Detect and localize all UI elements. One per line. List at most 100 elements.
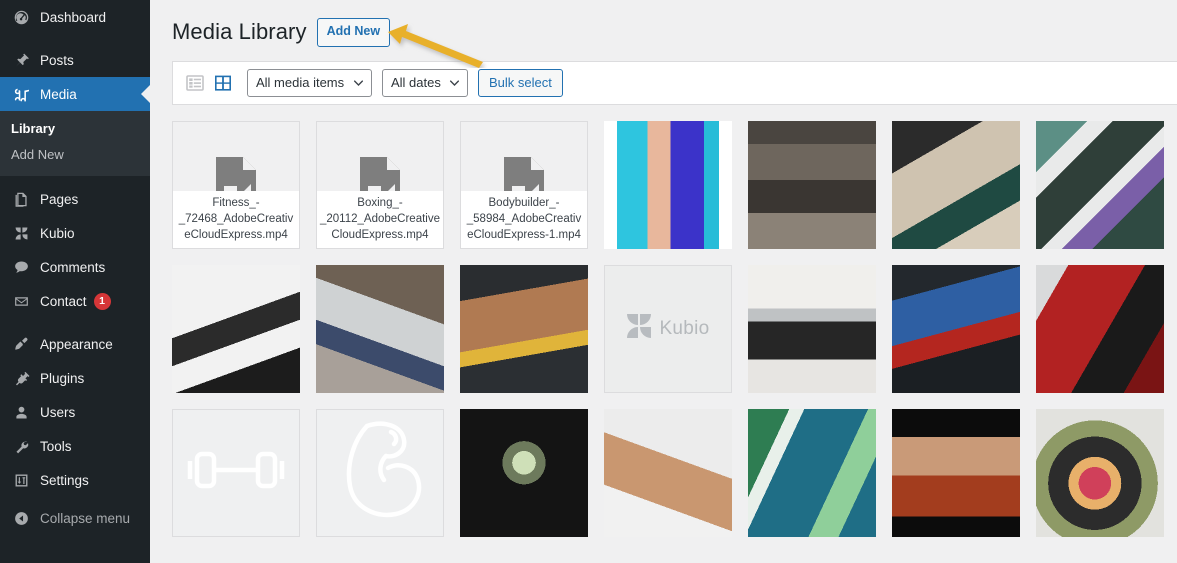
submenu-item-add-new[interactable]: Add New xyxy=(0,142,150,168)
wp-admin-screen: Dashboard Posts Media Library Add New Pa… xyxy=(0,0,1177,563)
media-icon xyxy=(11,84,31,104)
media-file-name: Fitness_-_72468_AdobeCreativeCloudExpres… xyxy=(173,190,299,248)
collapse-icon xyxy=(11,508,31,528)
media-tile-file[interactable]: Boxing_-_20112_AdobeCreativeCloudExpress… xyxy=(316,120,444,249)
sidebar-item-label: Collapse menu xyxy=(40,510,131,526)
photo-man-resistance-bands xyxy=(460,264,588,393)
contact-notification-badge: 1 xyxy=(93,292,111,310)
main-content: Media Library Add New All media items Al… xyxy=(150,0,1177,563)
admin-sidebar: Dashboard Posts Media Library Add New Pa… xyxy=(0,0,150,563)
media-filter-select[interactable]: All media itemsImagesAudioVideoUnattache… xyxy=(247,68,372,97)
photo-hands-and-feet-plank xyxy=(316,264,444,393)
photo-man-squatting-gym xyxy=(892,264,1020,393)
media-tile-image[interactable] xyxy=(892,120,1020,249)
media-tile-image[interactable] xyxy=(172,264,300,393)
pin-icon xyxy=(11,50,31,70)
sidebar-item-comments[interactable]: Comments xyxy=(0,250,150,284)
bulk-select-button[interactable]: Bulk select xyxy=(478,68,563,97)
media-tile-image[interactable] xyxy=(748,408,876,537)
media-tile-dumbbell[interactable] xyxy=(172,408,300,537)
media-tile-image[interactable] xyxy=(748,120,876,249)
kubio-icon xyxy=(11,223,31,243)
sidebar-item-label: Appearance xyxy=(40,336,113,352)
media-file-name: Bodybuilder_-_58984_AdobeCreativeCloudEx… xyxy=(461,190,587,248)
media-tile-image[interactable] xyxy=(1036,408,1164,537)
sidebar-item-appearance[interactable]: Appearance xyxy=(0,327,150,361)
wrench-icon xyxy=(11,436,31,456)
photo-fitness-gear-flatlay xyxy=(172,264,300,393)
sidebar-item-label: Media xyxy=(40,86,77,102)
brush-icon xyxy=(11,334,31,354)
sidebar-item-kubio[interactable]: Kubio xyxy=(0,216,150,250)
media-toolbar: All media itemsImagesAudioVideoUnattache… xyxy=(172,60,1177,105)
kubio-logo-text: Kubio xyxy=(659,317,710,339)
page-header: Media Library Add New xyxy=(172,0,1177,68)
kubio-logo-icon xyxy=(627,314,652,339)
date-filter-select[interactable]: All dates xyxy=(382,68,468,97)
media-tile-file[interactable]: Fitness_-_72468_AdobeCreativeCloudExpres… xyxy=(172,120,300,249)
media-tile-image[interactable] xyxy=(316,264,444,393)
media-tile-image[interactable] xyxy=(892,264,1020,393)
sidebar-item-dashboard[interactable]: Dashboard xyxy=(0,0,150,34)
photo-two-women-resting-outdoors xyxy=(892,120,1020,249)
sidebar-item-contact[interactable]: Contact 1 xyxy=(0,284,150,318)
media-tile-image[interactable] xyxy=(892,408,1020,537)
list-view-icon[interactable] xyxy=(185,73,205,93)
sidebar-item-media[interactable]: Media xyxy=(0,77,150,111)
sidebar-divider xyxy=(0,318,150,327)
comment-icon xyxy=(11,257,31,277)
sidebar-item-label: Pages xyxy=(40,191,79,207)
media-file-name: Boxing_-_20112_AdobeCreativeCloudExpress… xyxy=(317,190,443,248)
kubio-logo-icon xyxy=(626,313,652,344)
date-filter-wrap: All dates xyxy=(382,68,468,97)
pages-icon xyxy=(11,189,31,209)
media-tile-image[interactable] xyxy=(460,408,588,537)
sidebar-item-collapse-menu[interactable]: Collapse menu xyxy=(0,501,150,535)
photo-yoga-mats-shelf xyxy=(1036,120,1164,249)
sidebar-item-posts[interactable]: Posts xyxy=(0,43,150,77)
dumbbell-icon xyxy=(187,451,285,489)
sidebar-item-label: Plugins xyxy=(40,370,85,386)
sidebar-item-settings[interactable]: Settings xyxy=(0,463,150,497)
submenu-item-library[interactable]: Library xyxy=(0,116,150,142)
photo-battle-ropes-warehouse xyxy=(748,120,876,249)
user-icon xyxy=(11,402,31,422)
media-submenu: Library Add New xyxy=(0,111,150,176)
photo-woman-stretching-arm-up xyxy=(604,408,732,537)
sidebar-item-tools[interactable]: Tools xyxy=(0,429,150,463)
sidebar-item-plugins[interactable]: Plugins xyxy=(0,361,150,395)
flexed-bicep-icon xyxy=(334,418,426,527)
mail-icon xyxy=(11,291,31,311)
sidebar-item-users[interactable]: Users xyxy=(0,395,150,429)
sidebar-divider xyxy=(0,34,150,43)
media-tile-image[interactable] xyxy=(748,264,876,393)
sliders-icon xyxy=(11,470,31,490)
photo-grapefruit-citrus-plate xyxy=(1036,408,1164,537)
media-tile-image[interactable] xyxy=(1036,120,1164,249)
sidebar-item-label: Users xyxy=(40,404,76,420)
grid-view-icon[interactable] xyxy=(213,73,233,93)
media-tile-image[interactable] xyxy=(460,264,588,393)
sidebar-item-label: Tools xyxy=(40,438,72,454)
media-tile-kubio-placeholder[interactable]: Kubio xyxy=(604,264,732,393)
sidebar-item-label: Contact xyxy=(40,293,87,309)
media-tile-image[interactable] xyxy=(604,408,732,537)
sidebar-item-label: Comments xyxy=(40,259,106,275)
media-tile-image[interactable] xyxy=(604,120,732,249)
sidebar-item-label: Dashboard xyxy=(40,9,107,25)
media-tile-file[interactable]: Bodybuilder_-_58984_AdobeCreativeCloudEx… xyxy=(460,120,588,249)
media-tile-flexed-bicep[interactable] xyxy=(316,408,444,537)
media-filter-wrap: All media itemsImagesAudioVideoUnattache… xyxy=(247,68,372,97)
sidebar-item-pages[interactable]: Pages xyxy=(0,182,150,216)
sidebar-item-label: Kubio xyxy=(40,225,75,241)
photo-man-standing-red-gym-wall xyxy=(1036,264,1164,393)
sidebar-item-label: Posts xyxy=(40,52,74,68)
submenu-label: Add New xyxy=(11,147,64,162)
dashboard-icon xyxy=(11,7,31,27)
add-new-button[interactable]: Add New xyxy=(316,18,391,47)
media-tile-image[interactable] xyxy=(1036,264,1164,393)
photo-woman-overhead-weight-lift xyxy=(748,264,876,393)
media-grid: Fitness_-_72468_AdobeCreativeCloudExpres… xyxy=(172,120,1177,537)
view-switcher xyxy=(185,73,233,93)
photo-boxer-with-gloves xyxy=(892,408,1020,537)
